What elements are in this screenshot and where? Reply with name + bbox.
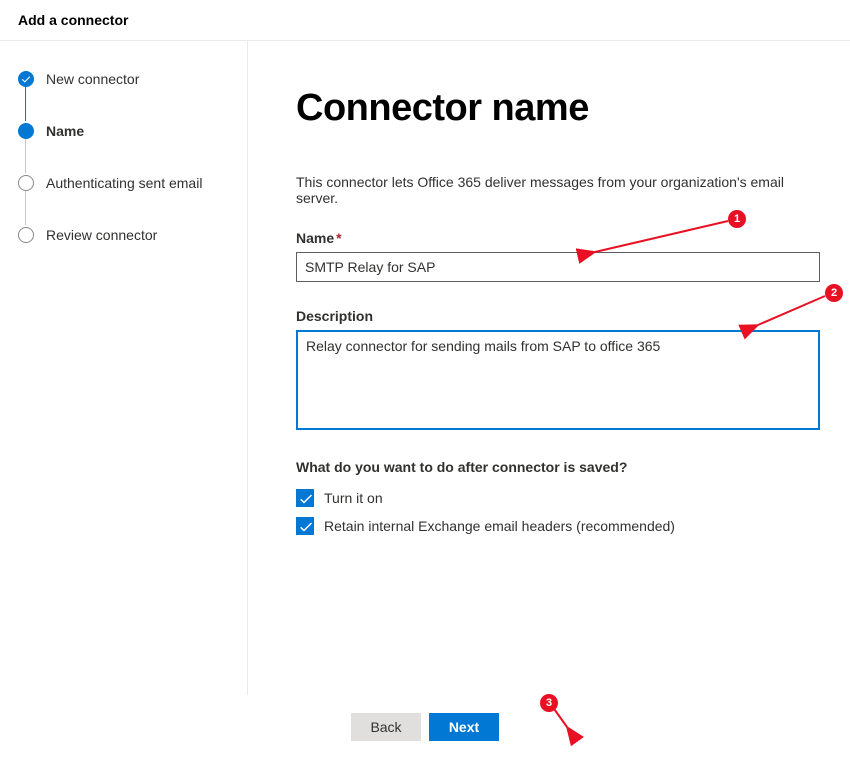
back-button[interactable]: Back [351,713,421,741]
step-label: Name [46,123,84,139]
step-label: Review connector [46,227,157,243]
body: New connector Name Authenticating sent e… [0,41,850,695]
checkmark-icon [299,492,312,505]
step-review[interactable]: Review connector [18,223,229,247]
turn-it-on-checkbox[interactable] [296,489,314,507]
checkmark-icon [299,520,312,533]
step-new-connector[interactable]: New connector [18,67,229,91]
turn-it-on-label: Turn it on [324,490,383,506]
step-authenticating[interactable]: Authenticating sent email [18,171,229,195]
turn-it-on-row: Turn it on [296,489,820,507]
step-connector-line [25,87,26,121]
retain-headers-label: Retain internal Exchange email headers (… [324,518,675,534]
required-asterisk: * [336,230,341,246]
intro-text: This connector lets Office 365 deliver m… [296,174,820,206]
current-step-dot-icon [18,123,34,139]
pending-step-dot-icon [18,175,34,191]
step-connector-line [25,191,26,225]
next-button[interactable]: Next [429,713,499,741]
description-label: Description [296,308,820,324]
page-title: Connector name [296,87,820,130]
description-field-group: Description Relay connector for sending … [296,308,820,433]
name-field-group: Name* [296,230,820,282]
main-content: Connector name This connector lets Offic… [248,41,850,695]
checkmark-icon [18,71,34,87]
panel-header: Add a connector [0,0,850,41]
retain-headers-checkbox[interactable] [296,517,314,535]
panel-title: Add a connector [18,12,832,28]
after-save-question: What do you want to do after connector i… [296,459,820,475]
name-input[interactable] [296,252,820,282]
description-input[interactable]: Relay connector for sending mails from S… [296,330,820,430]
step-name[interactable]: Name [18,119,229,143]
name-label-text: Name [296,230,334,246]
step-label: Authenticating sent email [46,175,202,191]
wizard-steps-sidebar: New connector Name Authenticating sent e… [0,41,248,695]
retain-headers-row: Retain internal Exchange email headers (… [296,517,820,535]
step-connector-line [25,139,26,173]
pending-step-dot-icon [18,227,34,243]
name-label: Name* [296,230,820,246]
step-label: New connector [46,71,139,87]
footer-buttons: Back Next [0,697,850,757]
